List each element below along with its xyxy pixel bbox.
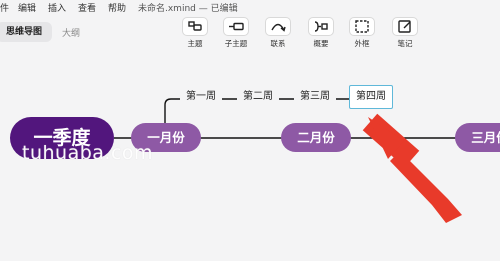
tab-mindmap[interactable]: 思维导图 [0, 22, 52, 42]
relationship-button[interactable]: 联系 [264, 17, 292, 53]
menu-view[interactable]: 查看 [78, 1, 96, 14]
summary-button[interactable]: 概要 [307, 17, 335, 53]
subtopic-week-3[interactable]: 第三周 [294, 87, 336, 107]
menu-file[interactable]: 件 [0, 1, 9, 14]
watermark: tuhuaba.com [22, 142, 154, 164]
summary-label: 概要 [313, 39, 329, 48]
subtopic-icon [223, 17, 249, 36]
menu-help[interactable]: 帮助 [108, 1, 126, 14]
arrow-tail [390, 151, 462, 223]
boundary-icon [349, 17, 375, 36]
topic-button[interactable]: 主题 [181, 17, 209, 53]
relationship-icon [265, 17, 291, 36]
branch-topic-feb[interactable]: 二月份 [281, 123, 351, 152]
boundary-label: 外框 [354, 39, 370, 48]
branch-topic-mar[interactable]: 三月份 [455, 123, 500, 152]
note-button[interactable]: 笔记 [391, 17, 419, 53]
note-icon [392, 17, 418, 36]
summary-icon [308, 17, 334, 36]
menu-insert[interactable]: 插入 [48, 1, 66, 14]
subtopic-week-1[interactable]: 第一周 [180, 87, 222, 107]
boundary-button[interactable]: 外框 [348, 17, 376, 53]
subtopic-button[interactable]: 子主题 [222, 17, 250, 53]
subtopic-label: 子主题 [224, 39, 248, 48]
topic-icon [182, 17, 208, 36]
topic-label: 主题 [187, 39, 203, 48]
view-tabs: 思维导图 大纲 [0, 18, 500, 48]
menu-edit[interactable]: 编辑 [18, 1, 36, 14]
note-label: 笔记 [397, 39, 413, 48]
relationship-label: 联系 [270, 39, 286, 48]
tab-outline[interactable]: 大纲 [62, 26, 80, 39]
subtopic-week-4-selected[interactable]: 第四周 [349, 85, 393, 109]
document-title: 未命名.xmind — 已编辑 [138, 4, 238, 14]
menu-bar: 件 编辑 插入 查看 帮助 未命名.xmind — 已编辑 [0, 0, 500, 14]
subtopic-week-2[interactable]: 第二周 [237, 87, 279, 107]
